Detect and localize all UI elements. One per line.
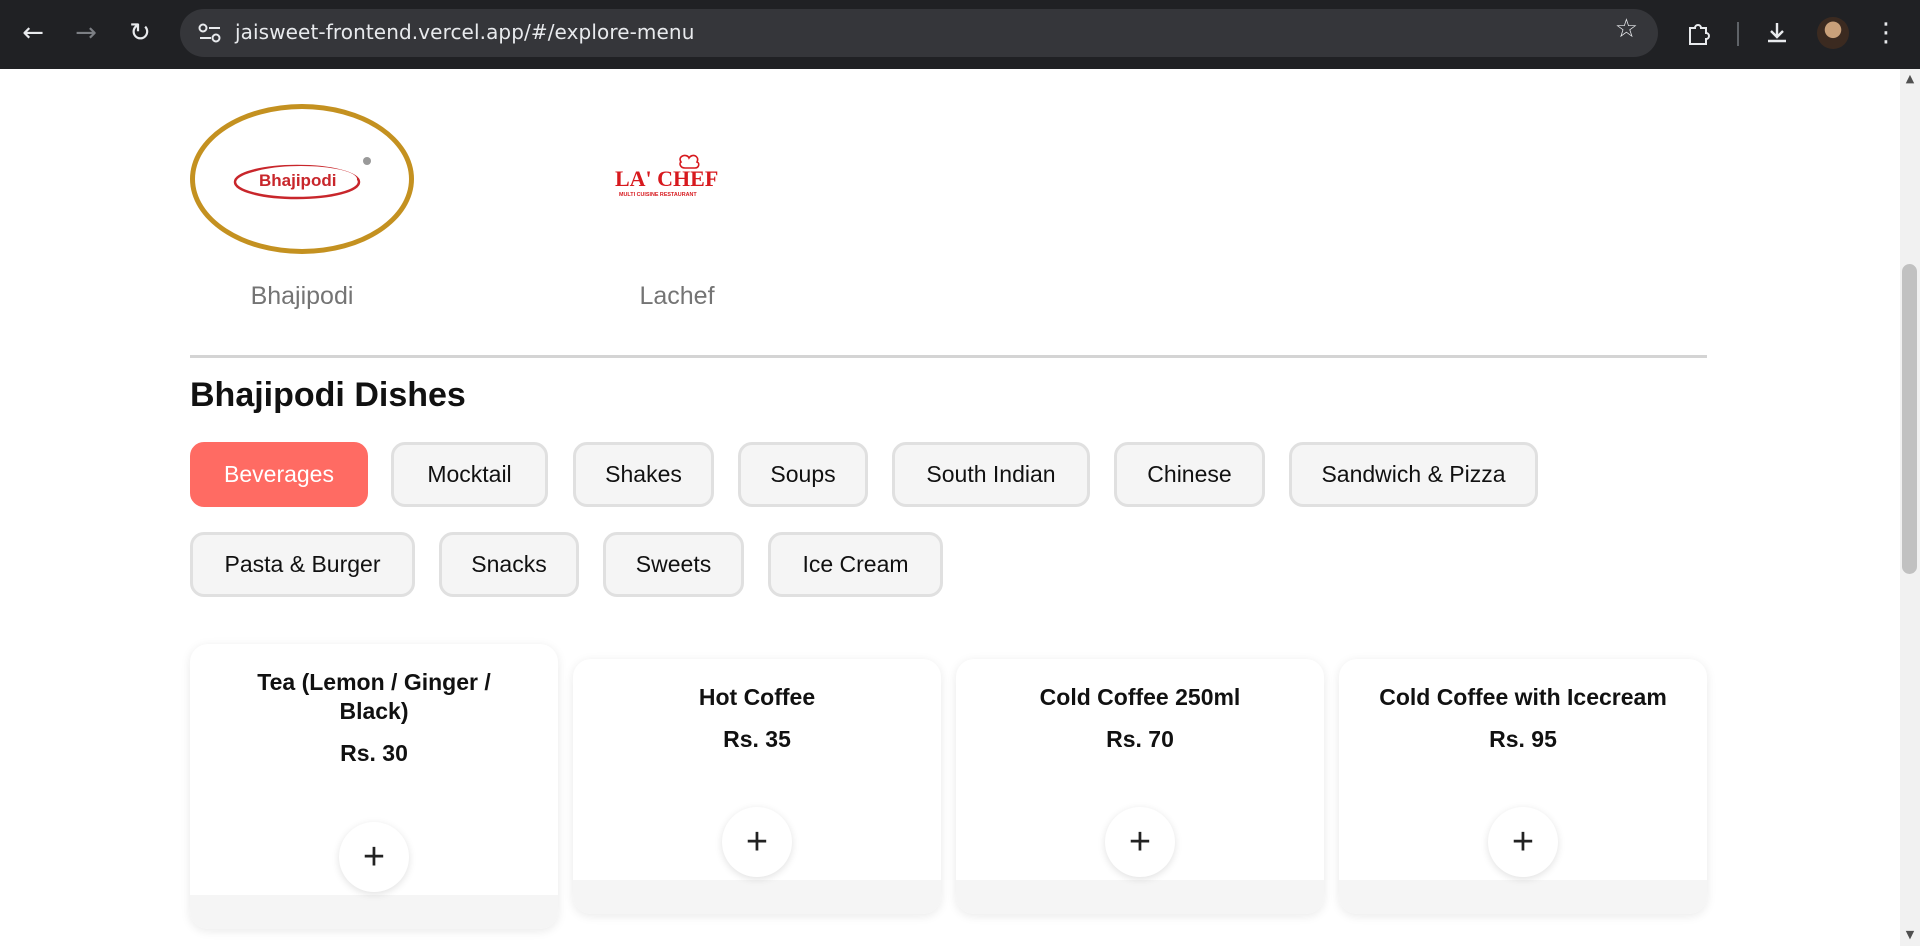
- more-menu-icon[interactable]: ⋮: [1865, 12, 1907, 54]
- dish-name: Hot Coffee: [698, 684, 816, 710]
- category-south-indian[interactable]: South Indian: [892, 442, 1090, 507]
- page-content: Bhajipodi Bhajipodi LA' CHEF MULTI CUISI…: [0, 69, 1900, 946]
- restaurant-name: Lachef: [639, 282, 715, 310]
- card-footer: [573, 880, 941, 914]
- category-ice-cream[interactable]: Ice Cream: [768, 532, 943, 597]
- scroll-down-arrow-icon[interactable]: ▼: [1903, 928, 1917, 942]
- scrollbar-thumb[interactable]: [1902, 264, 1917, 574]
- category-mocktail[interactable]: Mocktail: [391, 442, 548, 507]
- extensions-icon[interactable]: [1678, 12, 1720, 54]
- lachef-logo-text: LA' CHEF: [615, 166, 718, 191]
- address-bar[interactable]: jaisweet-frontend.vercel.app/#/explore-m…: [180, 9, 1658, 57]
- restaurant-bhajipodi[interactable]: Bhajipodi Bhajipodi: [187, 104, 417, 311]
- toolbar-separator: [1737, 22, 1739, 46]
- back-icon[interactable]: ←: [12, 12, 54, 54]
- card-footer: [190, 895, 558, 929]
- dish-name: Cold Coffee with Icecream: [1379, 684, 1667, 710]
- browser-toolbar: ← → ↻ jaisweet-frontend.vercel.app/#/exp…: [0, 0, 1920, 69]
- dish-price: Rs. 35: [723, 726, 791, 752]
- dish-card: Cold Coffee with Icecream Rs. 95 +: [1339, 659, 1707, 914]
- category-chinese[interactable]: Chinese: [1114, 442, 1265, 507]
- download-icon[interactable]: [1756, 12, 1798, 54]
- forward-icon[interactable]: →: [65, 12, 107, 54]
- url-text[interactable]: jaisweet-frontend.vercel.app/#/explore-m…: [235, 20, 694, 44]
- bhajipodi-logo-text: Bhajipodi: [259, 171, 336, 190]
- section-divider: [190, 355, 1707, 358]
- category-snacks[interactable]: Snacks: [439, 532, 579, 597]
- lachef-logo: LA' CHEF MULTI CUISINE RESTAURANT: [615, 154, 718, 198]
- add-to-cart-button[interactable]: +: [1105, 807, 1175, 877]
- bookmark-star-icon[interactable]: ☆: [1615, 14, 1638, 44]
- category-beverages[interactable]: Beverages: [190, 442, 368, 507]
- card-footer: [956, 880, 1324, 914]
- dish-card: Cold Coffee 250ml Rs. 70 +: [956, 659, 1324, 914]
- card-footer: [1339, 880, 1707, 914]
- restaurant-name: Bhajipodi: [250, 282, 354, 310]
- add-to-cart-button[interactable]: +: [722, 807, 792, 877]
- dish-price: Rs. 95: [1489, 726, 1557, 752]
- dish-price: Rs. 30: [340, 740, 408, 766]
- bhajipodi-logo: Bhajipodi: [233, 157, 371, 200]
- add-to-cart-button[interactable]: +: [1488, 807, 1558, 877]
- add-to-cart-button[interactable]: +: [339, 822, 409, 892]
- scroll-up-arrow-icon[interactable]: ▲: [1903, 72, 1917, 86]
- dish-price: Rs. 70: [1106, 726, 1174, 752]
- lachef-logo-subtext: MULTI CUISINE RESTAURANT: [619, 192, 697, 198]
- section-title: Bhajipodi Dishes: [190, 376, 466, 414]
- category-pasta-burger[interactable]: Pasta & Burger: [190, 532, 415, 597]
- reload-icon[interactable]: ↻: [119, 12, 161, 54]
- profile-avatar[interactable]: [1817, 17, 1849, 49]
- category-sandwich-pizza[interactable]: Sandwich & Pizza: [1289, 442, 1538, 507]
- site-settings-icon[interactable]: [196, 21, 224, 45]
- category-sweets[interactable]: Sweets: [603, 532, 744, 597]
- category-soups[interactable]: Soups: [738, 442, 868, 507]
- dish-card: Hot Coffee Rs. 35 +: [573, 659, 941, 914]
- restaurant-lachef[interactable]: LA' CHEF MULTI CUISINE RESTAURANT Lachef: [562, 104, 792, 311]
- restaurant-logo[interactable]: LA' CHEF MULTI CUISINE RESTAURANT: [565, 104, 789, 254]
- restaurant-logo-selected[interactable]: Bhajipodi: [190, 104, 414, 254]
- dish-name: Cold Coffee 250ml: [1039, 684, 1241, 710]
- dish-name: Tea (Lemon / Ginger / Black): [257, 669, 491, 724]
- dish-card: Tea (Lemon / Ginger / Black) Rs. 30 +: [190, 644, 558, 929]
- category-shakes[interactable]: Shakes: [573, 442, 714, 507]
